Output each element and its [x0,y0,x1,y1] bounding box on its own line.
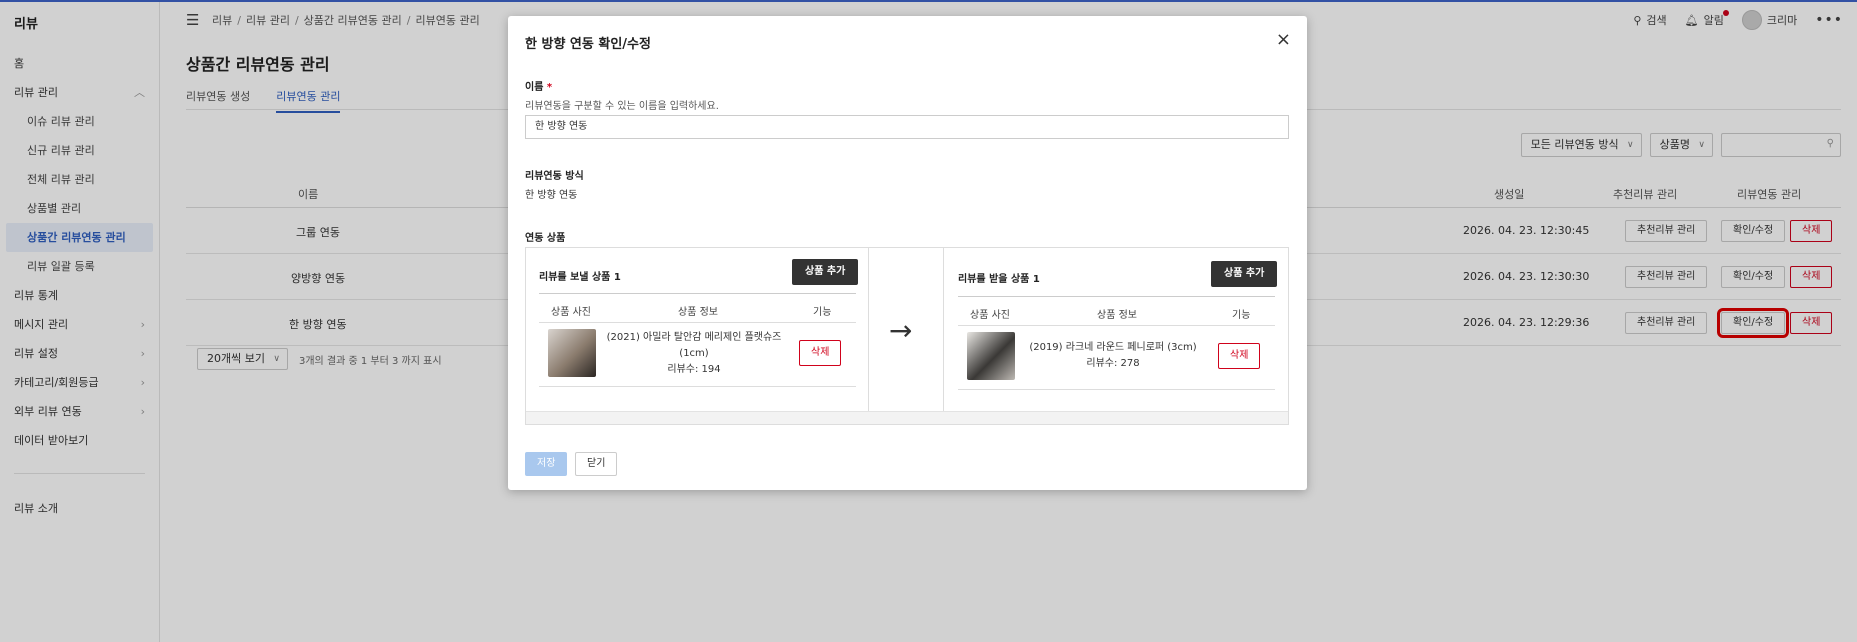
name-input[interactable]: 한 방향 연동 [525,115,1289,139]
horizontal-scrollbar[interactable] [526,411,1288,424]
save-button[interactable]: 저장 [525,452,568,476]
review-count: 리뷰수: 278 [1086,358,1140,369]
product-thumbnail [548,329,596,377]
linked-products-box: 리뷰를 보낼 상품 1 상품 추가 상품 사진 상품 정보 기능 (2021) … [525,247,1289,425]
target-title: 리뷰를 받을 상품 1 [958,274,1040,285]
direction-panel: → [869,248,944,411]
head-action: 기능 [1232,310,1251,321]
review-count: 리뷰수: 194 [667,364,721,375]
name-label-text: 이름 [525,82,544,93]
required-mark: * [546,82,553,93]
product-name: (2021) 아밀라 탈안감 메리제인 플랫슈즈 (1cm) [606,332,782,359]
head-info: 상품 정보 [1097,310,1137,321]
product-thumbnail [967,332,1015,380]
mode-label: 리뷰연동 방식 [525,171,584,182]
target-product-row: (2019) 라크네 라운드 페니로퍼 (3cm) 리뷰수: 278 삭제 [958,326,1275,390]
source-table-header: 상품 사진 상품 정보 기능 [539,293,856,323]
edit-link-modal: 한 방향 연동 확인/수정 × 이름 * 리뷰연동을 구분할 수 있는 이름을 … [508,16,1307,490]
name-help: 리뷰연동을 구분할 수 있는 이름을 입력하세요. [525,101,719,112]
product-info: (2021) 아밀라 탈안감 메리제인 플랫슈즈 (1cm) 리뷰수: 194 [606,330,782,378]
head-action: 기능 [813,307,832,318]
arrow-right-icon: → [889,314,913,347]
close-icon[interactable]: × [1276,29,1291,50]
modal-title: 한 방향 연동 확인/수정 [525,37,651,52]
delete-target-product-button[interactable]: 삭제 [1218,343,1261,369]
mode-value: 한 방향 연동 [525,190,578,201]
close-button[interactable]: 닫기 [575,452,618,476]
delete-source-product-button[interactable]: 삭제 [799,340,842,366]
products-label: 연동 상품 [525,233,566,244]
head-info: 상품 정보 [678,307,718,318]
add-source-product-button[interactable]: 상품 추가 [792,259,859,285]
target-product-panel: 리뷰를 받을 상품 1 상품 추가 상품 사진 상품 정보 기능 (2019) … [945,248,1289,411]
source-product-panel: 리뷰를 보낼 상품 1 상품 추가 상품 사진 상품 정보 기능 (2021) … [526,248,869,411]
product-name: (2019) 라크네 라운드 페니로퍼 (3cm) [1029,342,1197,353]
source-product-row: (2021) 아밀라 탈안감 메리제인 플랫슈즈 (1cm) 리뷰수: 194 … [539,323,856,387]
head-photo: 상품 사진 [970,310,1010,321]
product-info: (2019) 라크네 라운드 페니로퍼 (3cm) 리뷰수: 278 [1025,340,1201,372]
head-photo: 상품 사진 [551,307,591,318]
source-title: 리뷰를 보낼 상품 1 [539,272,621,283]
target-table-header: 상품 사진 상품 정보 기능 [958,296,1275,326]
add-target-product-button[interactable]: 상품 추가 [1211,261,1278,287]
name-label: 이름 * [525,78,552,93]
